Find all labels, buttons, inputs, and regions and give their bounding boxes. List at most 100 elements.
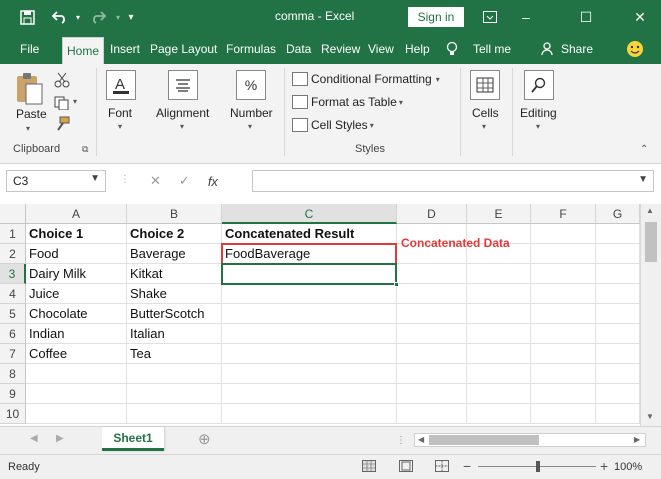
cell-g8[interactable]: [596, 364, 640, 384]
cell-b4[interactable]: Shake: [127, 284, 222, 304]
cell-c4[interactable]: [222, 284, 397, 304]
format-as-table-button[interactable]: Format as Table ▾: [292, 95, 403, 109]
active-cell-selection[interactable]: [221, 263, 397, 285]
cell-f9[interactable]: [531, 384, 596, 404]
customize-toolbar-icon[interactable]: ▾: [122, 0, 140, 34]
insert-function-icon[interactable]: fx: [208, 174, 218, 189]
cell-b5[interactable]: ButterScotch: [127, 304, 222, 324]
cell-e10[interactable]: [467, 404, 531, 424]
vertical-scroll-thumb[interactable]: [645, 222, 657, 262]
cell-c7[interactable]: [222, 344, 397, 364]
cell-b1[interactable]: Choice 2: [127, 224, 222, 244]
paste-dropdown-icon[interactable]: ▾: [26, 124, 30, 133]
tab-help[interactable]: Help: [405, 34, 430, 64]
font-button[interactable]: Font: [108, 106, 132, 120]
clipboard-launcher-icon[interactable]: ⧉: [82, 144, 88, 155]
name-box[interactable]: C3 ▼: [6, 170, 106, 192]
row-header-5[interactable]: 5: [0, 304, 26, 324]
cell-c5[interactable]: [222, 304, 397, 324]
cell-a5[interactable]: Chocolate: [26, 304, 127, 324]
column-header-g[interactable]: G: [596, 204, 640, 224]
zoom-out-button[interactable]: −: [463, 458, 471, 474]
scroll-down-icon[interactable]: ▼: [646, 412, 654, 421]
cell-g6[interactable]: [596, 324, 640, 344]
cell-f8[interactable]: [531, 364, 596, 384]
cell-a1[interactable]: Choice 1: [26, 224, 127, 244]
editing-dropdown-icon[interactable]: ▾: [536, 122, 540, 131]
cell-g10[interactable]: [596, 404, 640, 424]
cell-d3[interactable]: [397, 264, 467, 284]
paste-icon[interactable]: [14, 72, 44, 106]
cell-d7[interactable]: [397, 344, 467, 364]
cell-g9[interactable]: [596, 384, 640, 404]
cell-c8[interactable]: [222, 364, 397, 384]
font-dropdown-icon[interactable]: ▾: [118, 122, 122, 131]
prev-sheet-icon[interactable]: ◀: [30, 433, 38, 444]
row-header-6[interactable]: 6: [0, 324, 26, 344]
cell-a7[interactable]: Coffee: [26, 344, 127, 364]
cell-b7[interactable]: Tea: [127, 344, 222, 364]
fill-handle[interactable]: [394, 282, 399, 287]
normal-view-icon[interactable]: [362, 460, 376, 475]
formula-input[interactable]: ▼: [252, 170, 654, 192]
sheet-tab-sheet1[interactable]: Sheet1: [102, 427, 164, 451]
maximize-button[interactable]: ☐: [568, 0, 604, 34]
horizontal-scroll-thumb[interactable]: [429, 435, 539, 445]
cell-a8[interactable]: [26, 364, 127, 384]
page-break-view-icon[interactable]: [435, 460, 449, 475]
close-button[interactable]: ✕: [622, 0, 658, 34]
expand-formula-bar-icon[interactable]: ▼: [638, 174, 648, 185]
cancel-icon[interactable]: ✕: [150, 173, 161, 189]
tab-home[interactable]: Home: [62, 37, 105, 64]
cell-f7[interactable]: [531, 344, 596, 364]
smiley-feedback-icon[interactable]: [626, 34, 646, 64]
row-header-7[interactable]: 7: [0, 344, 26, 364]
cell-a4[interactable]: Juice: [26, 284, 127, 304]
ribbon-display-icon[interactable]: [472, 0, 508, 34]
cell-b9[interactable]: [127, 384, 222, 404]
row-header-10[interactable]: 10: [0, 404, 26, 424]
cell-g1[interactable]: [596, 224, 640, 244]
save-icon[interactable]: [14, 0, 40, 34]
cell-d5[interactable]: [397, 304, 467, 324]
cell-f2[interactable]: [531, 244, 596, 264]
cell-d10[interactable]: [397, 404, 467, 424]
cell-c10[interactable]: [222, 404, 397, 424]
cell-g7[interactable]: [596, 344, 640, 364]
row-header-9[interactable]: 9: [0, 384, 26, 404]
tab-view[interactable]: View: [368, 34, 394, 64]
cell-e4[interactable]: [467, 284, 531, 304]
alignment-button[interactable]: Alignment: [156, 106, 209, 120]
number-dropdown-icon[interactable]: ▾: [248, 122, 252, 131]
conditional-formatting-button[interactable]: Conditional Formatting ▾: [292, 72, 440, 86]
cell-c6[interactable]: [222, 324, 397, 344]
cell-c9[interactable]: [222, 384, 397, 404]
editing-button[interactable]: Editing: [520, 106, 557, 120]
undo-icon[interactable]: [48, 0, 70, 34]
cell-b8[interactable]: [127, 364, 222, 384]
cell-c1[interactable]: Concatenated Result: [222, 224, 397, 244]
enter-icon[interactable]: ✓: [179, 173, 190, 189]
zoom-in-button[interactable]: +: [600, 458, 608, 474]
tab-review[interactable]: Review: [321, 34, 360, 64]
zoom-level[interactable]: 100%: [614, 461, 642, 473]
cell-f5[interactable]: [531, 304, 596, 324]
cell-a9[interactable]: [26, 384, 127, 404]
cell-styles-button[interactable]: Cell Styles ▾: [292, 118, 374, 132]
cell-g3[interactable]: [596, 264, 640, 284]
tab-page-layout[interactable]: Page Layout: [150, 34, 217, 64]
cell-g2[interactable]: [596, 244, 640, 264]
copy-icon[interactable]: [54, 96, 70, 113]
alignment-dropdown-icon[interactable]: ▾: [180, 122, 184, 131]
row-header-2[interactable]: 2: [0, 244, 26, 264]
cell-a6[interactable]: Indian: [26, 324, 127, 344]
cell-a10[interactable]: [26, 404, 127, 424]
cell-d9[interactable]: [397, 384, 467, 404]
cell-g4[interactable]: [596, 284, 640, 304]
column-header-f[interactable]: F: [531, 204, 596, 224]
row-header-3[interactable]: 3: [0, 264, 26, 284]
column-header-b[interactable]: B: [127, 204, 222, 224]
redo-icon[interactable]: [88, 0, 110, 34]
cell-e8[interactable]: [467, 364, 531, 384]
zoom-slider-thumb[interactable]: [536, 461, 540, 472]
